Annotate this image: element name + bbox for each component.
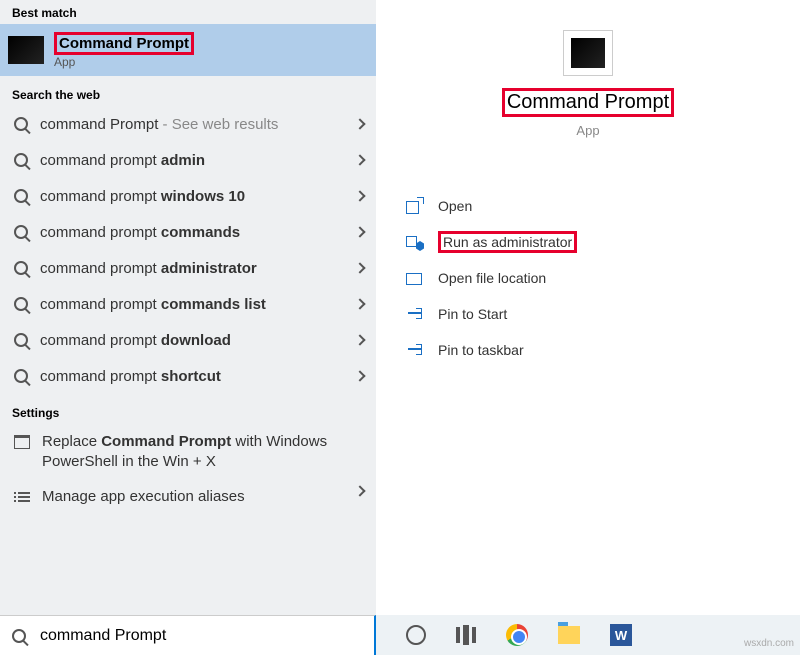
cortana-icon[interactable] — [406, 625, 426, 645]
best-match-header: Best match — [0, 0, 376, 24]
app-icon-large — [563, 30, 613, 76]
list-icon — [14, 490, 30, 504]
search-icon — [12, 629, 26, 643]
action-open[interactable]: Open — [406, 188, 800, 224]
detail-title: Command Prompt — [502, 88, 674, 117]
web-result-1[interactable]: command prompt admin — [0, 142, 376, 178]
chrome-icon[interactable] — [506, 624, 528, 646]
chevron-right-icon — [354, 154, 365, 165]
search-web-header: Search the web — [0, 82, 376, 106]
action-folder[interactable]: Open file location — [406, 260, 800, 296]
chevron-right-icon — [354, 118, 365, 129]
watermark: wsxdn.com — [744, 638, 794, 649]
action-label: Pin to taskbar — [438, 342, 524, 358]
best-match-title: Command Prompt — [54, 32, 194, 55]
search-results-panel: Best match Command Prompt App Search the… — [0, 0, 376, 615]
web-result-3[interactable]: command prompt commands — [0, 214, 376, 250]
web-result-5[interactable]: command prompt commands list — [0, 286, 376, 322]
result-text: command prompt commands — [40, 224, 240, 241]
chevron-right-icon — [354, 190, 365, 201]
search-input[interactable] — [36, 625, 251, 647]
result-text: command prompt shortcut — [40, 368, 221, 385]
web-result-6[interactable]: command prompt download — [0, 322, 376, 358]
action-admin[interactable]: Run as administrator — [406, 224, 800, 260]
settings-item-replace-cmd[interactable]: Replace Command Prompt with Windows Powe… — [0, 424, 376, 479]
action-label: Open file location — [438, 270, 546, 286]
settings-text: Manage app execution aliases — [42, 487, 245, 507]
action-label: Pin to Start — [438, 306, 507, 322]
best-match-subtitle: App — [54, 55, 194, 69]
result-text: command prompt administrator — [40, 260, 257, 277]
chevron-right-icon — [354, 262, 365, 273]
search-bar[interactable] — [0, 615, 376, 655]
open-icon — [406, 197, 424, 215]
file-explorer-icon[interactable] — [558, 626, 580, 644]
search-icon — [14, 117, 28, 131]
result-text: command prompt download — [40, 332, 231, 349]
search-icon — [14, 297, 28, 311]
settings-text: Replace Command Prompt with Windows Powe… — [42, 432, 364, 471]
pin-icon — [406, 341, 424, 359]
settings-header: Settings — [0, 400, 376, 424]
web-result-0[interactable]: command Prompt - See web results — [0, 106, 376, 142]
action-label: Open — [438, 198, 472, 214]
detail-panel: Command Prompt App Open Run as administra… — [376, 0, 800, 615]
action-pin-4[interactable]: Pin to taskbar — [406, 332, 800, 368]
result-text: command prompt windows 10 — [40, 188, 245, 205]
result-text: command prompt commands list — [40, 296, 266, 313]
search-icon — [14, 225, 28, 239]
web-result-4[interactable]: command prompt administrator — [0, 250, 376, 286]
chevron-right-icon — [354, 334, 365, 345]
word-icon[interactable]: W — [610, 624, 632, 646]
web-result-7[interactable]: command prompt shortcut — [0, 358, 376, 394]
chevron-right-icon — [354, 226, 365, 237]
web-result-2[interactable]: command prompt windows 10 — [0, 178, 376, 214]
chevron-right-icon — [354, 298, 365, 309]
result-text: command prompt admin — [40, 152, 205, 169]
detail-subtitle: App — [376, 123, 800, 138]
action-pin-3[interactable]: Pin to Start — [406, 296, 800, 332]
task-view-icon[interactable] — [456, 627, 476, 643]
pin-icon — [406, 305, 424, 323]
search-icon — [14, 189, 28, 203]
chevron-right-icon — [354, 370, 365, 381]
result-text: command Prompt - See web results — [40, 116, 278, 133]
search-icon — [14, 333, 28, 347]
search-icon — [14, 369, 28, 383]
admin-icon — [406, 233, 424, 251]
search-icon — [14, 153, 28, 167]
folder-icon — [406, 269, 424, 287]
chevron-right-icon — [354, 485, 365, 496]
window-icon — [14, 435, 30, 449]
search-icon — [14, 261, 28, 275]
best-match-item[interactable]: Command Prompt App — [0, 24, 376, 76]
command-prompt-icon — [8, 36, 44, 64]
settings-item-aliases[interactable]: Manage app execution aliases — [0, 479, 376, 515]
taskbar: W — [376, 615, 800, 655]
action-label: Run as administrator — [438, 231, 577, 253]
